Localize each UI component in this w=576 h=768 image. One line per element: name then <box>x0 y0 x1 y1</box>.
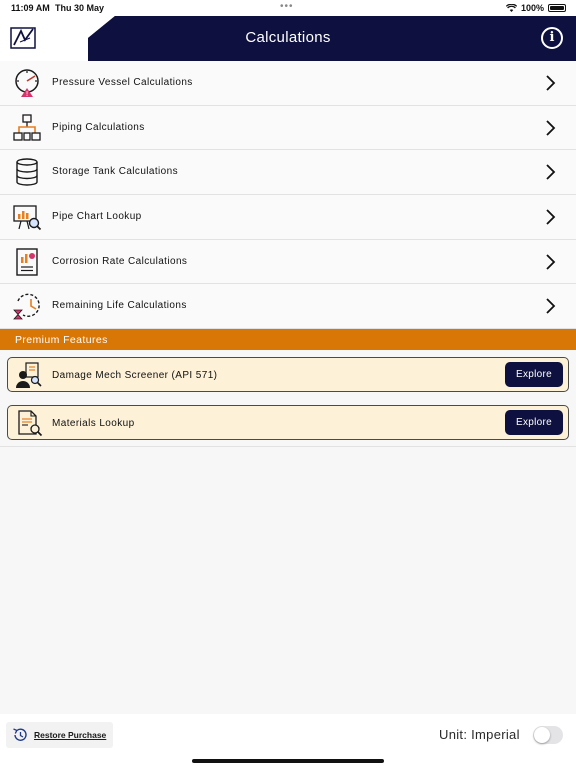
chevron-right-icon <box>546 209 556 225</box>
premium-section-header: Premium Features <box>0 329 576 350</box>
premium-card-title: Damage Mech Screener (API 571) <box>52 370 218 381</box>
list-item-remaining-life[interactable]: Remaining Life Calculations <box>0 284 576 330</box>
home-indicator[interactable] <box>192 759 384 763</box>
battery-icon <box>548 4 566 12</box>
explore-button[interactable]: Explore <box>505 410 563 435</box>
chevron-right-icon <box>546 75 556 91</box>
list-item-label: Pipe Chart Lookup <box>52 211 142 223</box>
history-icon <box>13 728 27 741</box>
list-item-label: Remaining Life Calculations <box>52 300 187 312</box>
premium-card-damage-mech[interactable]: Damage Mech Screener (API 571) Explore <box>7 357 569 392</box>
list-item-piping[interactable]: Piping Calculations <box>0 105 576 151</box>
list-item-label: Pressure Vessel Calculations <box>52 77 193 88</box>
status-right: 100% <box>505 3 566 13</box>
list-item-label: Piping Calculations <box>52 121 145 133</box>
status-bar: 11:09 AM Thu 30 May ••• 100% <box>0 0 576 16</box>
restore-purchase-label: Restore Purchase <box>34 730 107 740</box>
list-item-pressure-vessel[interactable]: ! Pressure Vessel Calculations <box>0 61 576 106</box>
restore-purchase-button[interactable]: Restore Purchase <box>6 722 113 748</box>
status-time: 11:09 AM <box>11 3 50 13</box>
chevron-right-icon <box>546 254 556 270</box>
premium-section-title: Premium Features <box>15 334 108 346</box>
list-item-storage-tank[interactable]: Storage Tank Calculations <box>0 150 576 196</box>
footer: Restore Purchase Unit: Imperial <box>0 714 576 768</box>
chevron-right-icon <box>546 298 556 315</box>
explore-button[interactable]: Explore <box>505 362 563 387</box>
calculations-list: ! Pressure Vessel Calculations Piping Ca… <box>0 61 576 330</box>
toggle-knob <box>534 727 550 743</box>
inspector-icon <box>16 362 42 388</box>
header: Calculations i <box>0 16 576 61</box>
list-item-label: Storage Tank Calculations <box>52 166 178 178</box>
chart-search-icon <box>13 205 42 231</box>
premium-card-title: Materials Lookup <box>52 418 135 429</box>
gauge-warning-icon: ! <box>15 69 39 98</box>
list-item-pipe-chart[interactable]: Pipe Chart Lookup <box>0 195 576 240</box>
list-item-corrosion-rate[interactable]: Corrosion Rate Calculations <box>0 239 576 285</box>
list-item-label: Corrosion Rate Calculations <box>52 255 188 267</box>
unit-toggle[interactable] <box>533 726 563 744</box>
page-title: Calculations <box>245 29 331 46</box>
svg-text:!: ! <box>26 90 29 98</box>
divider <box>0 446 576 447</box>
chevron-right-icon <box>546 164 556 181</box>
premium-card-materials-lookup[interactable]: Materials Lookup Explore <box>7 405 569 440</box>
wifi-icon <box>505 4 517 12</box>
document-search-icon <box>18 410 43 437</box>
chevron-right-icon <box>546 120 556 136</box>
hourglass-cycle-icon <box>13 294 40 320</box>
battery-percent: 100% <box>520 3 544 13</box>
unit-label: Unit: Imperial <box>439 727 520 742</box>
piping-network-icon <box>13 114 41 141</box>
info-icon[interactable]: i <box>541 27 563 49</box>
database-tank-icon <box>16 158 38 187</box>
multitasking-dots-icon[interactable]: ••• <box>280 1 294 12</box>
status-date: Thu 30 May <box>55 3 105 13</box>
report-chart-icon <box>16 248 38 276</box>
